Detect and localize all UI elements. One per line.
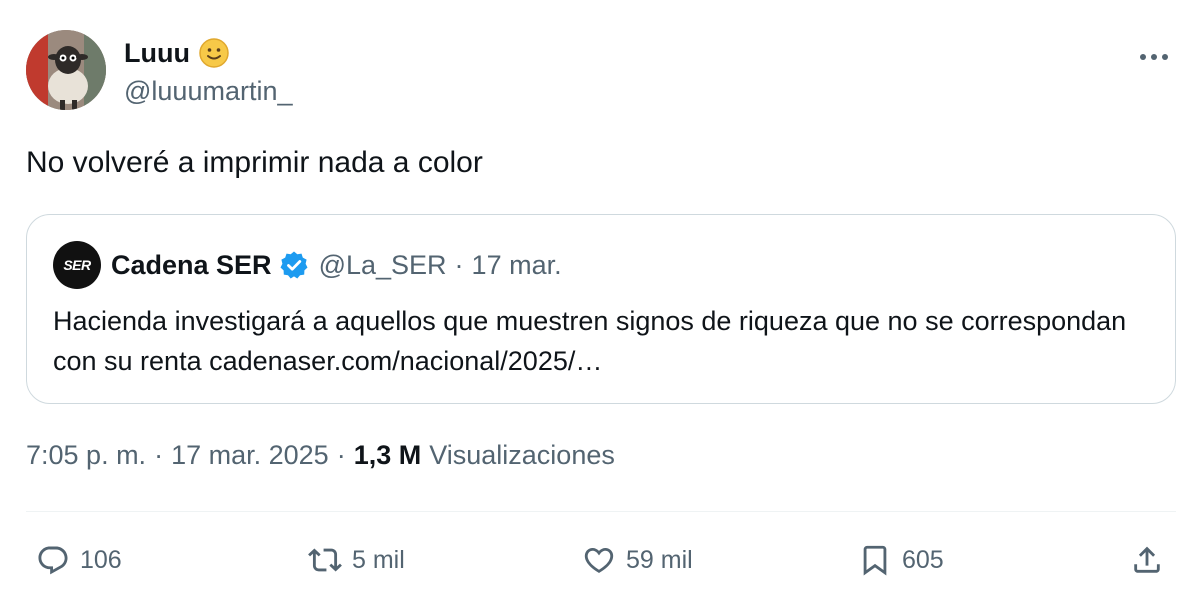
author-name[interactable]: Luuu [124, 36, 293, 70]
action-bar: 106 5 mil 59 mil 605 [26, 530, 1176, 590]
share-button[interactable] [1130, 530, 1164, 590]
views-count: 1,3 M [353, 440, 422, 470]
quoted-tweet-text: Hacienda investigará a aquellos que mues… [53, 306, 1127, 376]
quoted-date[interactable]: 17 mar. [472, 250, 562, 281]
verified-badge-icon [280, 251, 308, 279]
author-handle[interactable]: @luuumartin_ [124, 76, 293, 107]
tweet-text: No volveré a imprimir nada a color [26, 146, 483, 179]
reply-count: 106 [80, 545, 122, 574]
quoted-author-name[interactable]: Cadena SER [111, 250, 272, 281]
separator-dot: · [454, 249, 464, 280]
avatar[interactable] [26, 30, 106, 110]
views-label: Visualizaciones [429, 440, 615, 470]
tweet-date[interactable]: 17 mar. 2025 [171, 440, 329, 471]
more-icon [1140, 54, 1168, 60]
tweet-meta: 7:05 p. m. · 17 mar. 2025 · 1,3 M Visual… [26, 440, 615, 471]
like-count: 59 mil [626, 545, 693, 574]
quoted-tweet-header: SER Cadena SER @La_SER · 17 mar. [53, 241, 562, 289]
reply-icon [38, 546, 68, 575]
like-button[interactable]: 59 mil [582, 530, 693, 590]
more-options-button[interactable] [1136, 42, 1172, 72]
author-info: Luuu @luuumartin_ [124, 36, 293, 107]
bookmark-count: 605 [902, 545, 944, 574]
bookmark-icon [863, 545, 887, 576]
share-icon [1134, 546, 1160, 573]
repost-button[interactable]: 5 mil [308, 530, 405, 590]
tweet-time[interactable]: 7:05 p. m. [26, 440, 146, 471]
repost-icon [308, 548, 342, 572]
bookmark-button[interactable]: 605 [858, 530, 944, 590]
logo-text: SER [63, 257, 91, 273]
smiling-face-emoji-icon [199, 38, 229, 68]
avatar-image [26, 30, 106, 110]
separator-dot: · [336, 440, 346, 470]
repost-count: 5 mil [352, 545, 405, 574]
cadena-ser-logo[interactable]: SER [53, 241, 101, 289]
heart-icon [584, 547, 614, 573]
tweet-header: Luuu @luuumartin_ [26, 28, 1176, 112]
author-name-text: Luuu [124, 37, 190, 68]
quoted-tweet[interactable]: SER Cadena SER @La_SER · 17 mar. Haciend… [26, 214, 1176, 404]
separator-dot: · [154, 440, 164, 470]
quoted-author-handle[interactable]: @La_SER [319, 250, 447, 281]
divider [26, 511, 1176, 512]
reply-button[interactable]: 106 [36, 530, 122, 590]
